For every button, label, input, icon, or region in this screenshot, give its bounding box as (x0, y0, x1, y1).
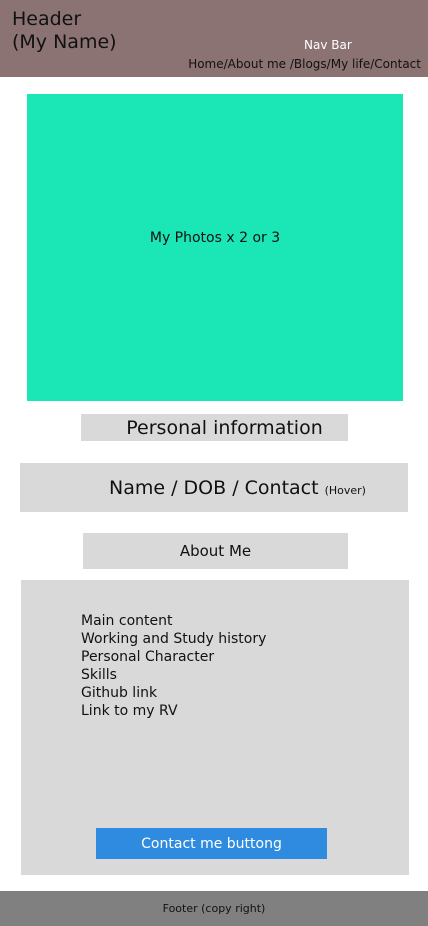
about-me-label: About Me (179, 542, 252, 560)
nav-links[interactable]: Home/About me /Blogs/My life/Contact (188, 57, 421, 71)
footer-label: Footer (copy right) (162, 902, 266, 915)
footer: Footer (copy right) (0, 891, 428, 926)
photos-placeholder: My Photos x 2 or 3 (27, 94, 403, 401)
name-dob-contact-bar[interactable]: Name / DOB / Contact (Hover) (20, 463, 408, 512)
list-item: Main content (81, 613, 173, 629)
photos-label: My Photos x 2 or 3 (149, 229, 281, 246)
list-item: Personal Character (81, 649, 215, 665)
list-item[interactable]: Link to my RV (81, 702, 266, 720)
contact-me-button[interactable]: Contact me buttong (96, 828, 327, 859)
header: Header (My Name) Nav Bar Home/About me /… (0, 0, 428, 77)
hover-note: (Hover) (324, 483, 366, 497)
personal-information-label: Personal information (126, 416, 323, 439)
about-me-heading: About Me (83, 533, 348, 569)
list-item: Skills (81, 667, 117, 683)
personal-information-heading: Personal information (81, 414, 348, 441)
nav-bar-label: Nav Bar (304, 38, 352, 52)
header-title: Header (My Name) (12, 8, 117, 53)
name-dob-contact-label: Name / DOB / Contact (109, 476, 319, 499)
list-item: Working and Study history (81, 631, 267, 647)
content-list: Main content Working and Study history P… (81, 612, 266, 720)
list-item[interactable]: Github link (81, 684, 266, 702)
